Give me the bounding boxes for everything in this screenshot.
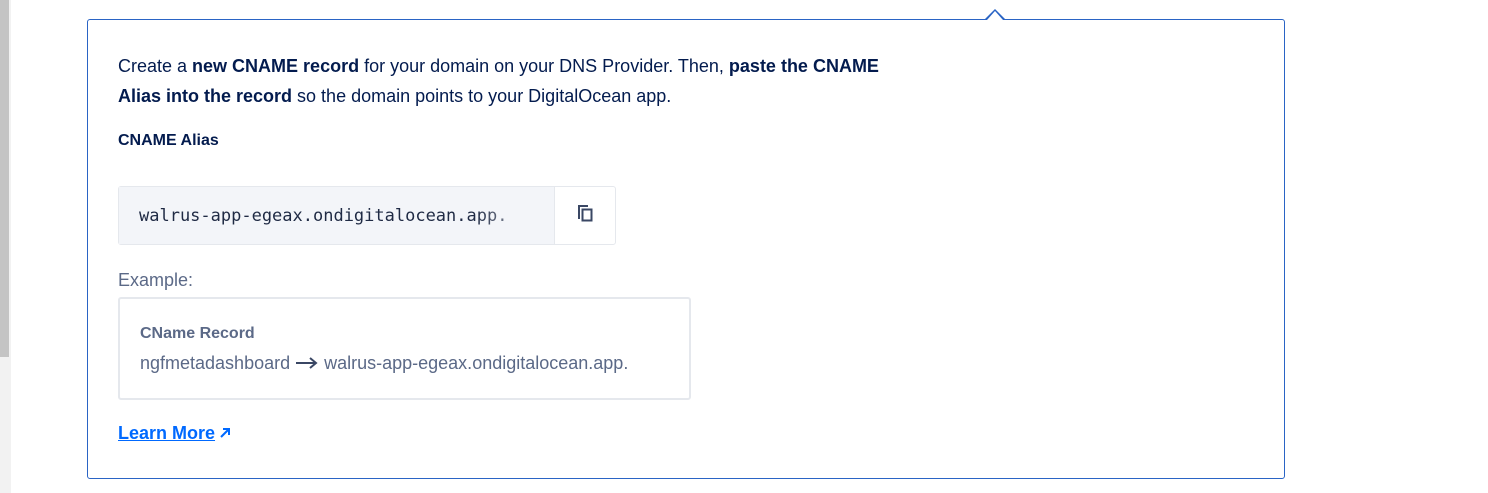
copy-button[interactable]: [555, 187, 615, 244]
alias-fade-overlay: [474, 187, 554, 244]
cname-instructions-panel: Create a new CNAME record for your domai…: [87, 19, 1285, 479]
intro-bold-1: new CNAME record: [192, 56, 360, 76]
intro-text-1: Create a: [118, 56, 193, 76]
cname-alias-label: CNAME Alias: [118, 132, 219, 149]
example-label: Example:: [118, 270, 194, 290]
example-card: CName Record ngfmetadashboard walrus-app…: [118, 297, 691, 400]
intro-text-3: so the domain points to your DigitalOcea…: [292, 86, 672, 106]
example-source: ngfmetadashboard: [140, 353, 291, 373]
copy-icon: [576, 203, 594, 228]
page: Create a new CNAME record for your domai…: [0, 0, 1488, 493]
instructions-text: Create a new CNAME record for your domai…: [118, 51, 898, 111]
example-title: CName Record: [140, 325, 255, 342]
cname-alias-value[interactable]: walrus-app-egeax.ondigitalocean.app.: [139, 206, 507, 226]
scrollbar-thumb[interactable]: [0, 0, 9, 357]
learn-more-label[interactable]: Learn More: [118, 423, 215, 444]
scrollbar-track[interactable]: [0, 0, 11, 493]
panel-pointer-inner: [987, 11, 1003, 20]
example-record: ngfmetadashboard walrus-app-egeax.ondigi…: [140, 353, 628, 374]
intro-text-2: for your domain on your DNS Provider. Th…: [359, 56, 729, 76]
cname-alias-value-container[interactable]: walrus-app-egeax.ondigitalocean.app.: [119, 187, 555, 244]
example-target: walrus-app-egeax.ondigitalocean.app.: [324, 353, 629, 373]
cname-alias-field: walrus-app-egeax.ondigitalocean.app.: [118, 186, 616, 245]
external-link-icon: [219, 423, 231, 444]
arrow-right-icon: [296, 353, 318, 374]
learn-more-link[interactable]: Learn More: [118, 423, 231, 444]
